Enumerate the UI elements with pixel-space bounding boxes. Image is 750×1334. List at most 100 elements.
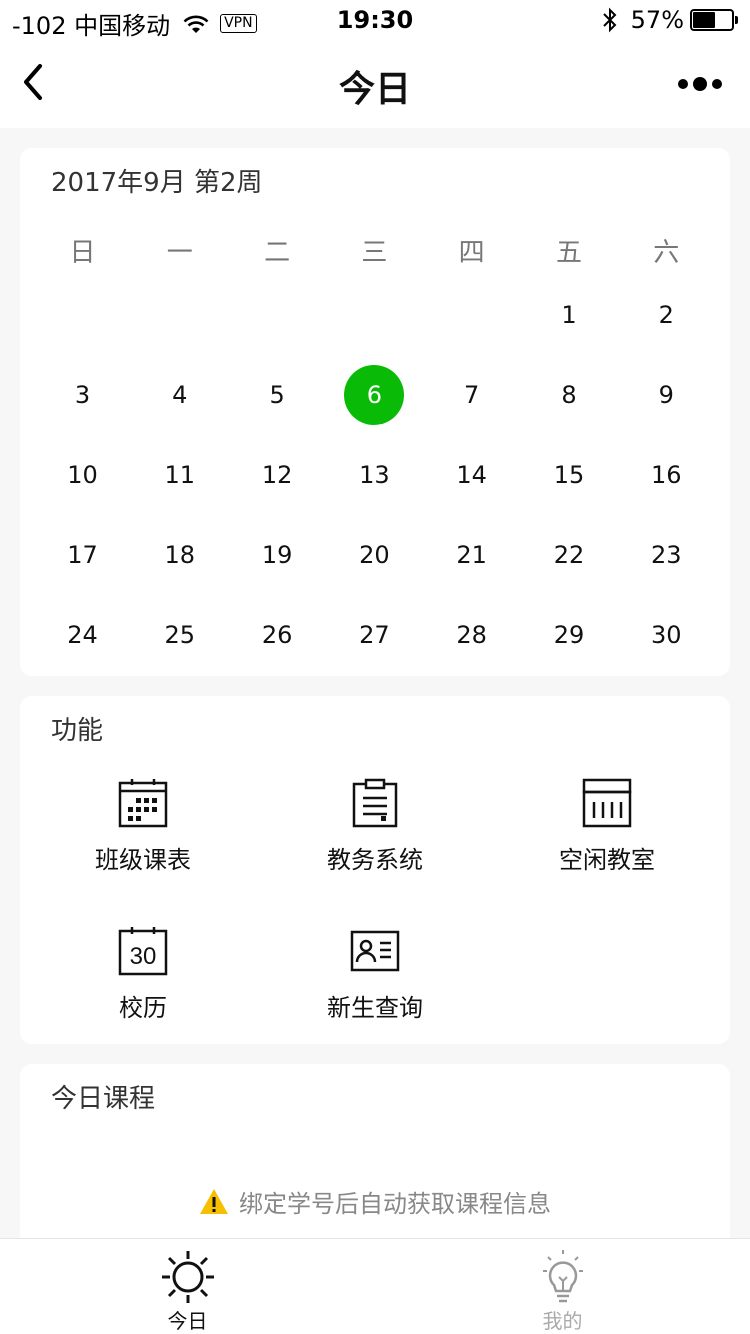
function-freshman-lookup[interactable]: 新生查询 (255, 926, 495, 1046)
calendar-day-number: 16 (651, 461, 682, 489)
calendar-day[interactable]: 23 (618, 525, 715, 585)
calendar-day-number: 28 (456, 621, 487, 649)
notice-text: 绑定学号后自动获取课程信息 (239, 1190, 551, 1218)
tab-label-today: 今日 (167, 1309, 208, 1333)
function-school-calendar[interactable]: 30 校历 (23, 926, 263, 1046)
calendar-day-number: 8 (561, 381, 577, 409)
calendar-day-number: 25 (164, 621, 196, 649)
function-academic-system[interactable]: 教务系统 (255, 778, 495, 898)
battery-percent: 57% (630, 6, 684, 34)
calendar-grid-icon (118, 779, 168, 828)
calendar-day-number: 18 (164, 541, 196, 569)
calendar-day[interactable]: 11 (131, 445, 228, 505)
calendar-day[interactable]: 29 (521, 605, 618, 665)
calendar-30-icon: 30 (118, 927, 168, 976)
calendar-day[interactable]: 3 (34, 365, 131, 425)
battery-icon (690, 9, 738, 31)
calendar-day[interactable]: 24 (34, 605, 131, 665)
function-label: 班级课表 (95, 846, 191, 874)
weekday-label: 三 (361, 238, 388, 268)
function-label: 新生查询 (327, 994, 423, 1022)
calendar-card: 2017年9月 第2周 日一二三四五六 1 2 3 4 5 6 7 8 9 10 11 12 13 14 1… (20, 148, 730, 676)
calendar-day[interactable]: 8 (521, 365, 618, 425)
calendar-day[interactable]: 28 (423, 605, 520, 665)
calendar-day[interactable]: 26 (229, 605, 326, 665)
function-label: 空闲教室 (559, 846, 655, 874)
warning-icon (200, 1188, 228, 1214)
calendar-month-header: 2017年9月 第2周 (51, 168, 263, 198)
calendar-day[interactable]: 25 (131, 605, 228, 665)
tab-label-mine: 我的 (542, 1309, 583, 1333)
weekday-label: 二 (264, 238, 291, 268)
id-card-icon (350, 930, 400, 972)
nav-bar: 今日 (0, 40, 750, 128)
weekday-label: 五 (555, 238, 582, 268)
calendar-day[interactable]: 13 (326, 445, 423, 505)
calendar-day[interactable]: 16 (618, 445, 715, 505)
calendar-day-number: 14 (456, 461, 487, 489)
calendar-day[interactable]: 17 (34, 525, 131, 585)
function-label: 教务系统 (327, 846, 423, 874)
tab-today[interactable]: 今日 (0, 1239, 375, 1334)
calendar-day[interactable]: 5 (229, 365, 326, 425)
calendar-day-number: 21 (456, 541, 487, 569)
calendar-day-number: 2 (658, 301, 674, 329)
calendar-day-number: 6 (366, 381, 383, 409)
calendar-day[interactable]: 4 (131, 365, 228, 425)
calendar-day-number: 7 (464, 381, 480, 409)
calendar-day-number: 29 (553, 621, 585, 649)
calendar-day[interactable]: 2 (618, 285, 715, 345)
calendar-day-number: 30 (651, 621, 682, 649)
bind-student-id-notice: 绑定学号后自动获取课程信息 (20, 1184, 730, 1219)
calendar-day[interactable]: 10 (34, 445, 131, 505)
calendar-day[interactable]: 15 (521, 445, 618, 505)
calendar-day[interactable]: 7 (423, 365, 520, 425)
clipboard-icon (352, 778, 398, 828)
calendar-day-number: 4 (172, 381, 188, 409)
calendar-day-number: 10 (67, 461, 98, 489)
classroom-icon (582, 778, 632, 828)
calendar-day-number: 12 (261, 461, 293, 489)
calendar-day[interactable]: 30 (618, 605, 715, 665)
calendar-day[interactable]: 22 (521, 525, 618, 585)
tab-mine[interactable]: 我的 (375, 1239, 750, 1334)
calendar-day[interactable]: 20 (326, 525, 423, 585)
weekday-header: 日一二三四五六 (20, 232, 730, 268)
calendar-day[interactable]: 27 (326, 605, 423, 665)
functions-card: 功能 班级课表 教务系统 空闲教室 30 校历 新生查询 (20, 696, 730, 1044)
calendar-day[interactable]: 21 (423, 525, 520, 585)
calendar-day[interactable]: 19 (229, 525, 326, 585)
calendar-day-number: 17 (67, 541, 98, 569)
functions-title: 功能 (51, 716, 104, 746)
calendar-day-number: 24 (67, 621, 98, 649)
bluetooth-icon (602, 7, 617, 33)
function-free-classroom[interactable]: 空闲教室 (487, 778, 727, 898)
svg-text:30: 30 (130, 943, 157, 970)
function-class-schedule[interactable]: 班级课表 (23, 778, 263, 898)
more-options-icon[interactable] (676, 72, 724, 96)
sun-icon (161, 1251, 214, 1303)
calendar-day-number: 19 (261, 541, 293, 569)
weekday-label: 六 (653, 238, 680, 268)
calendar-day[interactable]: 14 (423, 445, 520, 505)
calendar-day-number: 22 (553, 541, 585, 569)
status-bar: -102 中国移动 VPN 19:30 57% (0, 0, 750, 40)
calendar-day-number: 5 (269, 381, 285, 409)
calendar-day[interactable]: 9 (618, 365, 715, 425)
calendar-day-selected[interactable]: 6 (326, 365, 423, 425)
tab-bar: 今日 我的 (0, 1238, 750, 1334)
today-courses-title: 今日课程 (51, 1084, 156, 1114)
calendar-day-number: 15 (553, 461, 585, 489)
lightbulb-icon (542, 1250, 583, 1303)
calendar-day[interactable]: 12 (229, 445, 326, 505)
status-right: 57% (601, 6, 738, 34)
calendar-day[interactable]: 18 (131, 525, 228, 585)
calendar-day-number: 27 (359, 621, 390, 649)
calendar-day[interactable]: 1 (521, 285, 618, 345)
calendar-day-number: 1 (561, 301, 577, 329)
page-title: 今日 (338, 69, 411, 110)
function-label: 校历 (119, 994, 167, 1022)
calendar-day-number: 11 (164, 461, 196, 489)
calendar-day-number: 26 (261, 621, 293, 649)
weekday-label: 四 (458, 238, 485, 268)
